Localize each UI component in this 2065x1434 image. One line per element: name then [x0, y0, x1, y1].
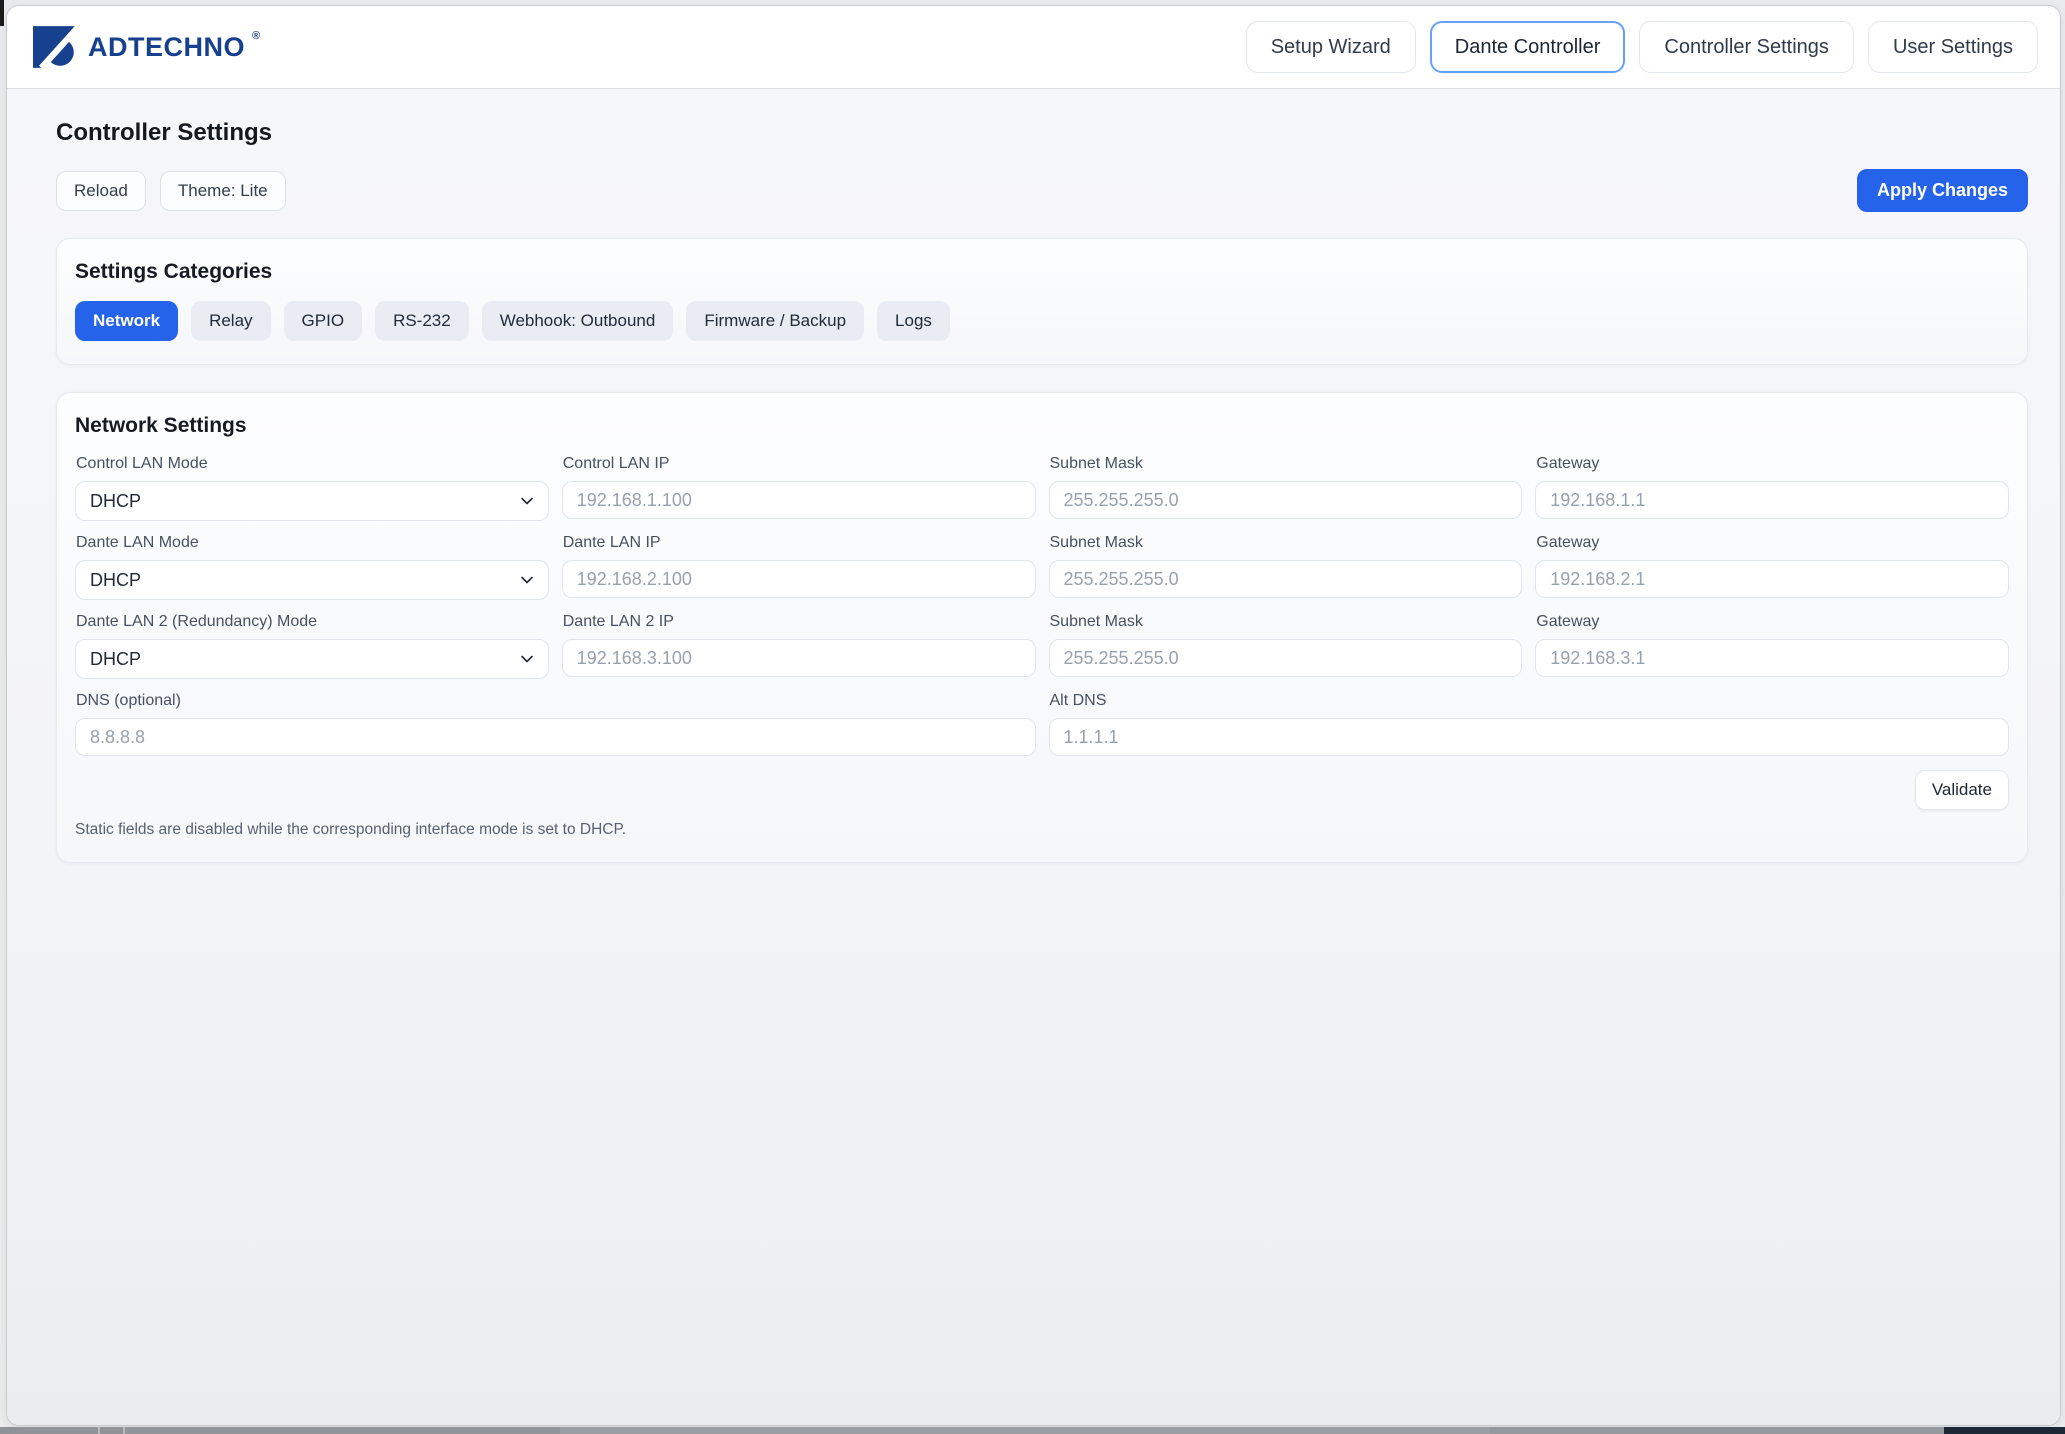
dante-lan-ip-input	[562, 560, 1036, 598]
gateway-3-label: Gateway	[1536, 613, 2009, 631]
field-control-lan-ip: Control LAN IP	[562, 455, 1036, 521]
gateway-1-input	[1535, 481, 2009, 519]
gateway-3-input	[1535, 639, 2009, 677]
chevron-down-icon	[519, 572, 535, 588]
gateway-1-label: Gateway	[1536, 455, 2009, 473]
toolbar: Reload Theme: Lite Apply Changes	[56, 169, 2028, 212]
gateway-2-input	[1535, 560, 2009, 598]
dante-lan2-ip-label: Dante LAN 2 IP	[563, 613, 1036, 631]
window-edge-mark	[0, 0, 4, 26]
tab-logs[interactable]: Logs	[877, 301, 950, 341]
field-gateway-1: Gateway	[1535, 455, 2009, 521]
subnet-mask-3-label: Subnet Mask	[1050, 613, 1523, 631]
field-alt-dns: Alt DNS	[1049, 692, 2010, 756]
app-header: ADTECHNO ® Setup Wizard Dante Controller…	[7, 6, 2060, 89]
subnet-mask-3-input	[1049, 639, 1523, 677]
field-subnet-mask-2: Subnet Mask	[1049, 534, 1523, 600]
subnet-mask-2-input	[1049, 560, 1523, 598]
network-form-grid: Control LAN Mode DHCP Control LAN IP Sub…	[75, 455, 2009, 756]
nav-user-settings[interactable]: User Settings	[1868, 21, 2038, 73]
select-value: DHCP	[90, 491, 141, 512]
app-window: ADTECHNO ® Setup Wizard Dante Controller…	[7, 6, 2060, 1425]
field-dante-lan2-ip: Dante LAN 2 IP	[562, 613, 1036, 679]
tab-rs232[interactable]: RS-232	[375, 301, 469, 341]
select-value: DHCP	[90, 649, 141, 670]
theme-toggle-button[interactable]: Theme: Lite	[160, 171, 286, 211]
control-lan-ip-label: Control LAN IP	[563, 455, 1036, 473]
toolbar-left: Reload Theme: Lite	[56, 171, 286, 211]
page-title: Controller Settings	[56, 119, 2028, 147]
dante-lan2-mode-label: Dante LAN 2 (Redundancy) Mode	[76, 613, 549, 631]
dhcp-note: Static fields are disabled while the cor…	[75, 821, 2009, 839]
alt-dns-label: Alt DNS	[1050, 692, 2010, 710]
category-tabs: Network Relay GPIO RS-232 Webhook: Outbo…	[75, 301, 2009, 341]
alt-dns-input[interactable]	[1049, 718, 2010, 756]
apply-changes-button[interactable]: Apply Changes	[1857, 169, 2028, 212]
field-dante-lan-mode: Dante LAN Mode DHCP	[75, 534, 549, 600]
brand-name: ADTECHNO	[88, 34, 245, 61]
subnet-mask-2-label: Subnet Mask	[1050, 534, 1523, 552]
field-dante-lan2-mode: Dante LAN 2 (Redundancy) Mode DHCP	[75, 613, 549, 679]
validate-button[interactable]: Validate	[1915, 770, 2009, 810]
network-settings-title: Network Settings	[75, 414, 2009, 438]
field-control-lan-mode: Control LAN Mode DHCP	[75, 455, 549, 521]
field-dns: DNS (optional)	[75, 692, 1036, 756]
top-nav: Setup Wizard Dante Controller Controller…	[1246, 21, 2038, 73]
nav-dante-controller[interactable]: Dante Controller	[1430, 21, 1626, 73]
field-dante-lan-ip: Dante LAN IP	[562, 534, 1036, 600]
control-lan-mode-select[interactable]: DHCP	[75, 481, 549, 521]
nav-setup-wizard[interactable]: Setup Wizard	[1246, 21, 1416, 73]
page-content: Controller Settings Reload Theme: Lite A…	[7, 89, 2060, 1425]
dns-label: DNS (optional)	[76, 692, 1036, 710]
field-gateway-3: Gateway	[1535, 613, 2009, 679]
field-subnet-mask-3: Subnet Mask	[1049, 613, 1523, 679]
network-settings-card: Network Settings Control LAN Mode DHCP C…	[56, 392, 2028, 863]
reload-button[interactable]: Reload	[56, 171, 146, 211]
field-gateway-2: Gateway	[1535, 534, 2009, 600]
horizontal-scrollbar[interactable]	[0, 1427, 2065, 1434]
brand-logo: ADTECHNO ®	[33, 26, 262, 68]
select-value: DHCP	[90, 570, 141, 591]
subnet-mask-1-input	[1049, 481, 1523, 519]
tab-firmware-backup[interactable]: Firmware / Backup	[686, 301, 864, 341]
dante-lan2-mode-select[interactable]: DHCP	[75, 639, 549, 679]
gateway-2-label: Gateway	[1536, 534, 2009, 552]
validate-row: Validate	[75, 770, 2009, 810]
dante-lan-ip-label: Dante LAN IP	[563, 534, 1036, 552]
control-lan-ip-input	[562, 481, 1036, 519]
dns-input[interactable]	[75, 718, 1036, 756]
tab-relay[interactable]: Relay	[191, 301, 270, 341]
registered-trademark-icon: ®	[252, 30, 260, 42]
settings-categories-title: Settings Categories	[75, 260, 2009, 284]
control-lan-mode-label: Control LAN Mode	[76, 455, 549, 473]
dante-lan2-ip-input	[562, 639, 1036, 677]
field-subnet-mask-1: Subnet Mask	[1049, 455, 1523, 521]
chevron-down-icon	[519, 493, 535, 509]
dante-lan-mode-select[interactable]: DHCP	[75, 560, 549, 600]
dante-lan-mode-label: Dante LAN Mode	[76, 534, 549, 552]
tab-webhook-outbound[interactable]: Webhook: Outbound	[482, 301, 674, 341]
tab-network[interactable]: Network	[75, 301, 178, 341]
tab-gpio[interactable]: GPIO	[284, 301, 363, 341]
chevron-down-icon	[519, 651, 535, 667]
adtechno-logo-icon	[33, 26, 79, 68]
settings-categories-card: Settings Categories Network Relay GPIO R…	[56, 238, 2028, 365]
nav-controller-settings[interactable]: Controller Settings	[1639, 21, 1854, 73]
subnet-mask-1-label: Subnet Mask	[1050, 455, 1523, 473]
